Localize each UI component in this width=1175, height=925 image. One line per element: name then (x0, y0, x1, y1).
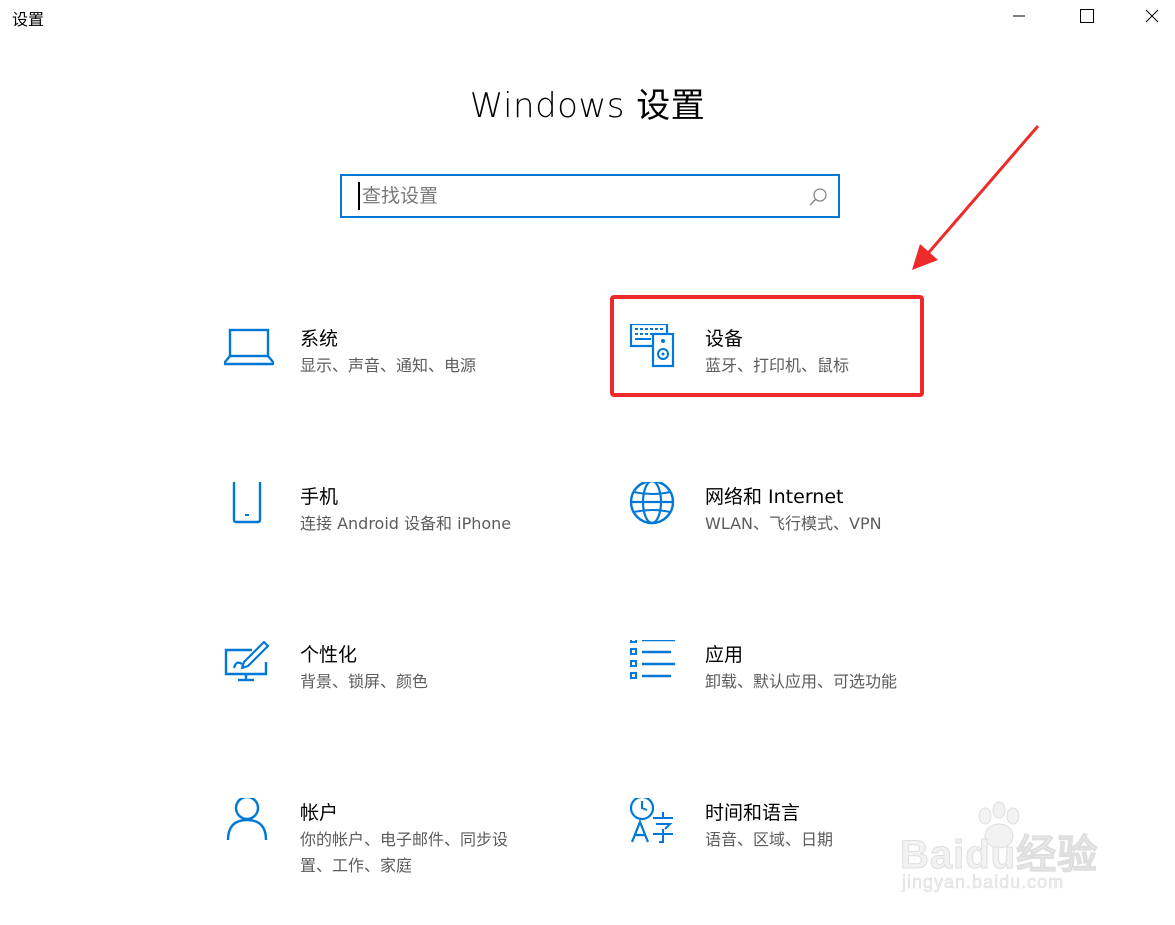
time-language-icon (629, 798, 673, 843)
tile-title: 帐户 (300, 802, 339, 824)
tile-title: 应用 (705, 644, 744, 666)
close-icon (1145, 9, 1159, 23)
tile-description: 卸载、默认应用、可选功能 (705, 672, 898, 691)
tile-phone[interactable]: 手机 连接 Android 设备和 iPhone (224, 482, 584, 572)
minimize-button[interactable] (996, 0, 1042, 32)
title-bar: 设置 (0, 0, 1175, 32)
tile-description: 显示、声音、通知、电源 (300, 356, 477, 375)
maximize-button[interactable] (1064, 0, 1110, 32)
tile-accounts[interactable]: 帐户 你的帐户、电子邮件、同步设 置、工作、家庭 (224, 798, 584, 888)
tile-title: 系统 (300, 328, 339, 350)
tile-description: 背景、锁屏、颜色 (300, 672, 429, 691)
paint-icon (224, 640, 270, 682)
tile-personalization[interactable]: 个性化 背景、锁屏、颜色 (224, 640, 584, 730)
tile-apps[interactable]: 应用 卸载、默认应用、可选功能 (629, 640, 989, 730)
globe-icon (629, 482, 675, 525)
tile-title: 网络和 Internet (705, 486, 844, 508)
tile-title: 时间和语言 (705, 802, 801, 824)
maximize-icon (1080, 9, 1094, 23)
window-title: 设置 (12, 10, 45, 29)
phone-icon (232, 482, 262, 524)
tile-description: 连接 Android 设备和 iPhone (300, 514, 512, 533)
tile-network[interactable]: 网络和 Internet WLAN、飞行模式、VPN (629, 482, 989, 572)
laptop-icon (224, 328, 274, 366)
minimize-icon (1013, 15, 1025, 17)
close-button[interactable] (1129, 0, 1175, 32)
apps-list-icon (630, 640, 675, 679)
annotation-arrow-icon (912, 125, 1040, 270)
watermark: Baidu经验 jingyan.baidu.com (895, 800, 1120, 910)
annotation-highlight-box (610, 295, 924, 397)
watermark-url: jingyan.baidu.com (902, 872, 1065, 893)
search-box[interactable] (340, 174, 840, 218)
search-icon[interactable] (808, 187, 828, 207)
person-icon (226, 798, 268, 841)
tile-description: 你的帐户、电子邮件、同步设 置、工作、家庭 (300, 830, 509, 875)
tile-title: 手机 (300, 486, 339, 508)
settings-window: 设置 Windows 设置 系统 显示、声音、通知、电源 (0, 0, 1175, 925)
tile-description: WLAN、飞行模式、VPN (705, 514, 882, 533)
search-input[interactable] (358, 182, 802, 210)
tile-title: 个性化 (300, 644, 358, 666)
tile-system[interactable]: 系统 显示、声音、通知、电源 (224, 324, 584, 414)
